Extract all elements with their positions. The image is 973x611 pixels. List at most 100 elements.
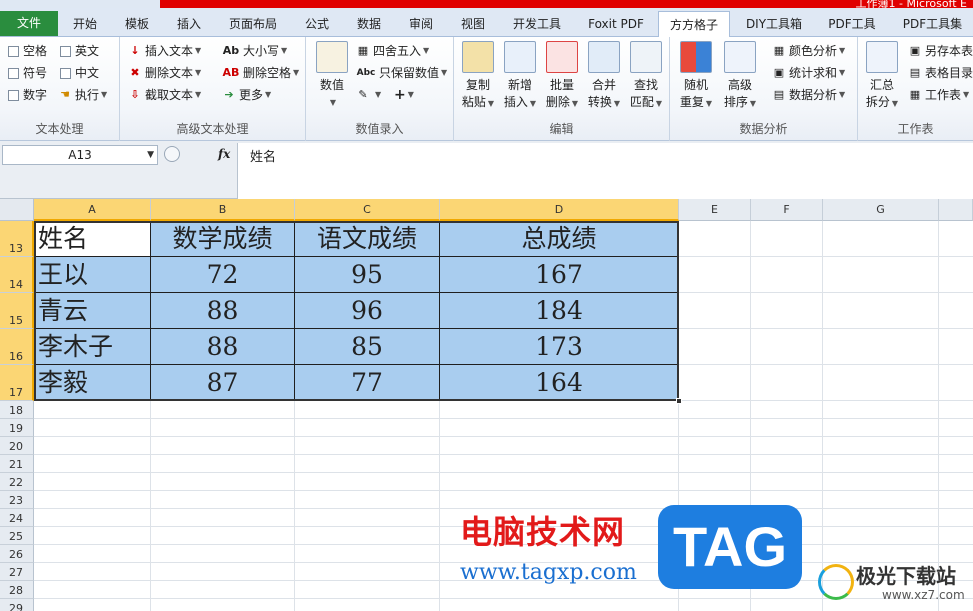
save-sheet-button[interactable]: ▣ 另存本表 [908, 41, 973, 61]
chevron-down-icon: ▼ [529, 99, 537, 108]
worksheet-button[interactable]: ▦ 工作表 ▼ [908, 85, 969, 105]
color-analysis-button[interactable]: ▦ 颜色分析 ▼ [772, 41, 845, 61]
row-header-29[interactable]: 29 [0, 599, 34, 611]
opt-number[interactable]: 数字 [8, 85, 47, 105]
cell-c13[interactable]: 语文成绩 [295, 221, 440, 257]
cell-a16[interactable]: 李木子 [34, 329, 151, 365]
opt-symbol[interactable]: 符号 [8, 63, 47, 83]
tab-review[interactable]: 审阅 [396, 11, 446, 37]
tab-diy-toolbox[interactable]: DIY工具箱 [734, 11, 814, 37]
cell-a14[interactable]: 王以 [34, 257, 151, 293]
row-header-21[interactable]: 21 [0, 455, 34, 473]
row-header-25[interactable]: 25 [0, 527, 34, 545]
cell-b14[interactable]: 72 [151, 257, 295, 293]
col-header-g[interactable]: G [823, 199, 939, 221]
batch-delete-button[interactable]: 批量 删除 ▼ [540, 41, 584, 112]
cell-c15[interactable]: 96 [295, 293, 440, 329]
row-header-26[interactable]: 26 [0, 545, 34, 563]
name-box[interactable]: A13 ▼ [2, 145, 158, 165]
tab-foxit-pdf[interactable]: Foxit PDF [576, 11, 656, 37]
tab-fangfangezi[interactable]: 方方格子 [658, 11, 730, 38]
find-match-button[interactable]: 查找 匹配 ▼ [624, 41, 668, 112]
cell-d14[interactable]: 167 [440, 257, 679, 293]
formula-input[interactable]: 姓名 [237, 143, 973, 199]
data-analysis-button[interactable]: ▤ 数据分析 ▼ [772, 85, 845, 105]
cell-d16[interactable]: 173 [440, 329, 679, 365]
row-header-28[interactable]: 28 [0, 581, 34, 599]
round-button[interactable]: ▦ 四舍五入 ▼ [356, 41, 429, 61]
row-header-14[interactable]: 14 [0, 257, 34, 293]
tab-pdf-tools[interactable]: PDF工具 [816, 11, 888, 37]
opt-space[interactable]: 空格 [8, 41, 47, 61]
col-header-d[interactable]: D [440, 199, 679, 221]
row-header-18[interactable]: 18 [0, 401, 34, 419]
plus-button[interactable]: + ▼ [394, 85, 414, 105]
case-button[interactable]: Ab 大小写 ▼ [222, 41, 287, 61]
col-header-c[interactable]: C [295, 199, 440, 221]
edit-number-button[interactable]: ✎ ▼ [356, 85, 381, 105]
col-header-f[interactable]: F [751, 199, 823, 221]
add-insert-button[interactable]: 新增 插入 ▼ [498, 41, 542, 112]
cell-c17[interactable]: 77 [295, 365, 440, 401]
tab-pdf-toolset[interactable]: PDF工具集 [892, 11, 973, 37]
copy-paste-button[interactable]: 复制 粘贴 ▼ [456, 41, 500, 112]
delete-text-button[interactable]: ✖ 删除文本 ▼ [128, 63, 201, 83]
number-button[interactable]: 数值 ▼ [310, 41, 354, 111]
row-header-19[interactable]: 19 [0, 419, 34, 437]
select-all-corner[interactable] [0, 199, 34, 221]
cell-c16[interactable]: 85 [295, 329, 440, 365]
delete-space-button[interactable]: AB 删除空格 ▼ [222, 63, 300, 83]
cell-d15[interactable]: 184 [440, 293, 679, 329]
tab-page-layout[interactable]: 页面布局 [216, 11, 290, 37]
col-header-a[interactable]: A [34, 199, 151, 221]
cell-d17[interactable]: 164 [440, 365, 679, 401]
row-header-16[interactable]: 16 [0, 329, 34, 365]
cell-c14[interactable]: 95 [295, 257, 440, 293]
tab-file[interactable]: 文件 [0, 11, 58, 36]
opt-english[interactable]: 英文 [60, 41, 99, 61]
expand-handle-icon[interactable] [164, 146, 180, 162]
insert-function-icon[interactable]: fx [218, 147, 230, 161]
summary-split-button[interactable]: 汇总 拆分 ▼ [860, 41, 904, 112]
cell-b15[interactable]: 88 [151, 293, 295, 329]
col-header-b[interactable]: B [151, 199, 295, 221]
row-header-24[interactable]: 24 [0, 509, 34, 527]
chevron-down-icon[interactable]: ▼ [147, 146, 154, 164]
tab-developer[interactable]: 开发工具 [500, 11, 574, 37]
merge-convert-button[interactable]: 合并 转换 ▼ [582, 41, 626, 112]
col-header-e[interactable]: E [679, 199, 751, 221]
cell-d13[interactable]: 总成绩 [440, 221, 679, 257]
random-repeat-button[interactable]: 随机 重复 ▼ [674, 41, 718, 112]
cell-a15[interactable]: 青云 [34, 293, 151, 329]
row-header-27[interactable]: 27 [0, 563, 34, 581]
execute-button[interactable]: ☚ 执行 ▼ [58, 85, 107, 105]
extract-text-button[interactable]: ⇩ 截取文本 ▼ [128, 85, 201, 105]
cell-b16[interactable]: 88 [151, 329, 295, 365]
col-header-h[interactable] [939, 199, 973, 221]
row-header-20[interactable]: 20 [0, 437, 34, 455]
cell-b13[interactable]: 数学成绩 [151, 221, 295, 257]
insert-text-button[interactable]: ↓ 插入文本 ▼ [128, 41, 201, 61]
keep-number-button[interactable]: Abc 只保留数值 ▼ [356, 63, 448, 83]
opt-chinese[interactable]: 中文 [60, 63, 99, 83]
tab-insert[interactable]: 插入 [164, 11, 214, 37]
tab-home[interactable]: 开始 [60, 11, 110, 37]
fill-handle[interactable] [676, 398, 682, 404]
more-button[interactable]: ➔ 更多 ▼ [222, 85, 271, 105]
row-header-15[interactable]: 15 [0, 293, 34, 329]
stat-sum-button[interactable]: ▣ 统计求和 ▼ [772, 63, 845, 83]
row-header-23[interactable]: 23 [0, 491, 34, 509]
tab-template[interactable]: 模板 [112, 11, 162, 37]
cell-a13[interactable]: 姓名 [34, 221, 151, 257]
case-label: 大小写 [243, 44, 280, 58]
row-header-13[interactable]: 13 [0, 221, 34, 257]
tab-formulas[interactable]: 公式 [292, 11, 342, 37]
advanced-sort-button[interactable]: 高级 排序 ▼ [718, 41, 762, 112]
tab-view[interactable]: 视图 [448, 11, 498, 37]
cell-b17[interactable]: 87 [151, 365, 295, 401]
tab-data[interactable]: 数据 [344, 11, 394, 37]
row-header-17[interactable]: 17 [0, 365, 34, 401]
row-header-22[interactable]: 22 [0, 473, 34, 491]
sheet-index-button[interactable]: ▤ 表格目录 [908, 63, 973, 83]
cell-a17[interactable]: 李毅 [34, 365, 151, 401]
